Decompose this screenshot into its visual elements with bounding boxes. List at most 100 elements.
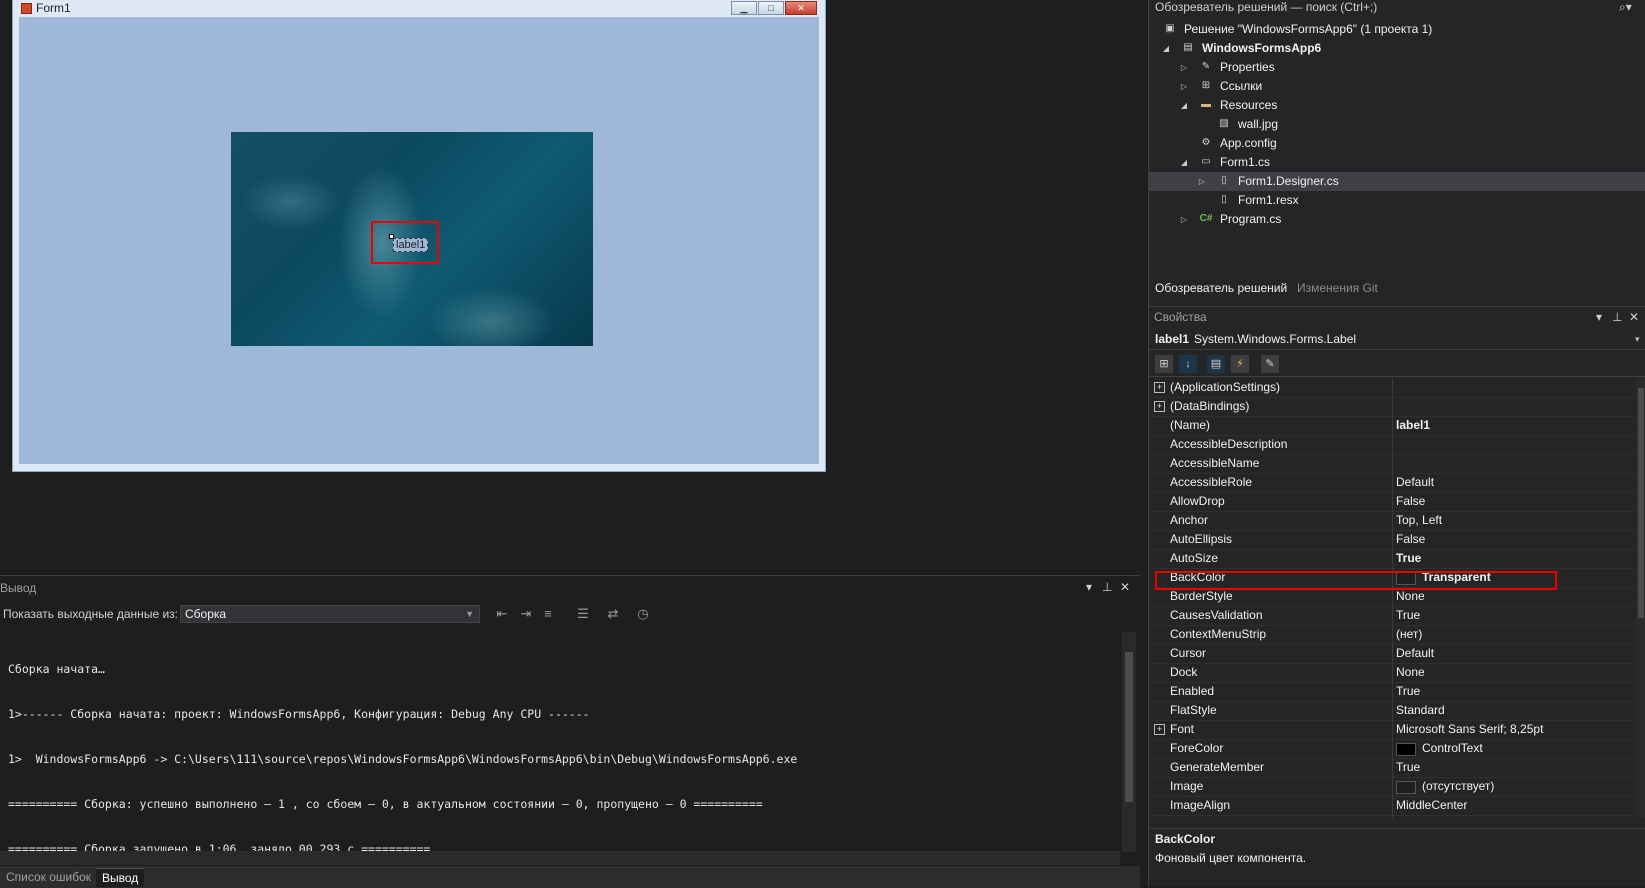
tree-item-program-cs[interactable]: ▷ C# Program.cs bbox=[1149, 210, 1645, 229]
expand-icon[interactable]: + bbox=[1154, 401, 1165, 412]
property-value[interactable]: True bbox=[1396, 682, 1420, 701]
tab-error-list[interactable]: Список ошибок bbox=[0, 868, 97, 886]
property-value[interactable]: MiddleCenter bbox=[1396, 796, 1467, 815]
search-icon[interactable]: ⌕▾ bbox=[1619, 0, 1632, 15]
chevron-down-icon: ▾ bbox=[1635, 334, 1640, 344]
property-name: AutoSize bbox=[1170, 551, 1219, 565]
events-icon[interactable]: ⚡ bbox=[1231, 355, 1249, 373]
property-name: Image bbox=[1170, 779, 1204, 793]
go-to-previous-icon[interactable]: ⇤ bbox=[494, 606, 510, 622]
pin-icon[interactable]: ⊥ bbox=[1102, 580, 1112, 594]
scroll-thumb[interactable] bbox=[1125, 652, 1133, 802]
maximize-icon[interactable]: □ bbox=[758, 1, 784, 15]
form-title-bar: Form1 bbox=[21, 1, 71, 15]
tab-output[interactable]: Вывод bbox=[96, 868, 145, 887]
highlight-box-label bbox=[371, 221, 439, 264]
property-value[interactable]: Default bbox=[1396, 473, 1434, 492]
pin-icon[interactable]: ⊥ bbox=[1612, 307, 1622, 327]
tree-item-form1-resx[interactable]: ▯ Form1.resx bbox=[1149, 191, 1645, 210]
alphabetical-icon[interactable]: ↓ bbox=[1179, 355, 1197, 373]
property-value[interactable]: Standard bbox=[1396, 701, 1445, 720]
go-to-next-icon[interactable]: ⇥ bbox=[518, 606, 534, 622]
tree-item-wall-jpg[interactable]: ▧ wall.jpg bbox=[1149, 115, 1645, 134]
object-selector[interactable]: label1 System.Windows.Forms.Label ▾ bbox=[1149, 329, 1645, 350]
property-value[interactable]: Default bbox=[1396, 644, 1434, 663]
close-icon[interactable]: ✕ bbox=[785, 1, 817, 15]
tree-item-app-config[interactable]: ⚙ App.config bbox=[1149, 134, 1645, 153]
property-name: AllowDrop bbox=[1170, 494, 1225, 508]
properties-toolbar: ⊞ ↓ ▤ ⚡ ✎ bbox=[1149, 352, 1645, 377]
property-pages-icon[interactable]: ✎ bbox=[1261, 355, 1279, 373]
collapse-icon[interactable]: ◢ bbox=[1179, 153, 1189, 172]
tree-item-form1-designer[interactable]: ▷ ▯ Form1.Designer.cs bbox=[1149, 172, 1645, 191]
references-icon: ⊞ bbox=[1201, 80, 1211, 91]
expand-icon[interactable]: ▷ bbox=[1179, 58, 1189, 77]
output-source-select[interactable]: Сборка ▼ bbox=[180, 605, 480, 623]
description-title: BackColor bbox=[1155, 832, 1216, 846]
close-icon[interactable]: ✕ bbox=[1629, 307, 1639, 327]
expand-icon[interactable]: ▷ bbox=[1179, 77, 1189, 96]
expand-icon[interactable]: ▷ bbox=[1197, 172, 1207, 191]
property-name: AccessibleDescription bbox=[1170, 437, 1288, 451]
tree-item-solution[interactable]: ▣ Решение "WindowsFormsApp6" (1 проекта … bbox=[1149, 20, 1645, 39]
folder-icon: ▬ bbox=[1201, 99, 1211, 110]
property-value[interactable]: True bbox=[1396, 606, 1420, 625]
property-grid-scrollbar[interactable] bbox=[1636, 378, 1645, 818]
property-value[interactable]: Top, Left bbox=[1396, 511, 1442, 530]
property-value[interactable]: False bbox=[1396, 492, 1425, 511]
form-icon: ▭ bbox=[1201, 156, 1211, 167]
image-swatch bbox=[1396, 781, 1416, 794]
property-name: GenerateMember bbox=[1170, 760, 1265, 774]
collapse-icon[interactable]: ◢ bbox=[1179, 96, 1189, 115]
tab-solution-explorer[interactable]: Обозреватель решений bbox=[1149, 280, 1293, 296]
expand-icon[interactable]: ▷ bbox=[1179, 210, 1189, 229]
property-value[interactable]: ControlText bbox=[1422, 739, 1483, 758]
tree-item-label: Program.cs bbox=[1220, 212, 1282, 226]
clear-all-icon[interactable]: ☰ bbox=[575, 606, 591, 622]
output-vertical-scrollbar[interactable] bbox=[1122, 632, 1136, 852]
tree-item-project[interactable]: ◢ ▤ WindowsFormsApp6 bbox=[1149, 39, 1645, 58]
tree-item-form1-cs[interactable]: ◢ ▭ Form1.cs bbox=[1149, 153, 1645, 172]
properties-icon[interactable]: ▤ bbox=[1207, 355, 1225, 373]
tree-item-label: WindowsFormsApp6 bbox=[1202, 41, 1322, 55]
word-wrap-icon[interactable]: ⇄ bbox=[605, 606, 621, 622]
property-value[interactable]: True bbox=[1396, 758, 1420, 777]
tree-item-label: Решение "WindowsFormsApp6" (1 проекта 1) bbox=[1184, 22, 1433, 36]
properties-title: Свойства bbox=[1154, 310, 1207, 324]
property-value[interactable]: label1 bbox=[1396, 416, 1430, 435]
tree-item-resources[interactable]: ◢ ▬ Resources bbox=[1149, 96, 1645, 115]
tree-item-label: Form1.cs bbox=[1220, 155, 1271, 169]
output-line: ========== Сборка: успешно выполнено — 1… bbox=[8, 797, 763, 811]
tab-git-changes[interactable]: Изменения Git bbox=[1291, 280, 1384, 296]
property-name: (Name) bbox=[1170, 418, 1211, 432]
output-horizontal-scrollbar[interactable] bbox=[0, 851, 1120, 865]
property-name: Enabled bbox=[1170, 684, 1215, 698]
expand-icon[interactable]: + bbox=[1154, 382, 1165, 393]
scroll-thumb[interactable] bbox=[1638, 388, 1644, 618]
solution-explorer-search[interactable]: Обозреватель решений — поиск (Ctrl+;) ⌕▾ bbox=[1149, 0, 1645, 16]
property-value[interactable]: (отсутствует) bbox=[1422, 777, 1494, 796]
file-icon: ▯ bbox=[1221, 175, 1227, 186]
grid-column-divider[interactable] bbox=[1392, 378, 1393, 818]
minimize-icon[interactable]: ▁ bbox=[731, 1, 757, 15]
solution-icon: ▣ bbox=[1165, 23, 1175, 34]
tree-item-properties[interactable]: ▷ ✎ Properties bbox=[1149, 58, 1645, 77]
property-value[interactable]: None bbox=[1396, 663, 1425, 682]
property-value[interactable]: Microsoft Sans Serif; 8,25pt bbox=[1396, 720, 1543, 739]
output-text[interactable]: Сборка начата… 1>------ Сборка начата: п… bbox=[8, 632, 1108, 887]
property-value[interactable]: (нет) bbox=[1396, 625, 1422, 644]
collapse-icon[interactable]: ◢ bbox=[1161, 39, 1171, 58]
property-value[interactable]: True bbox=[1396, 549, 1421, 568]
dropdown-icon[interactable]: ▾ bbox=[1596, 307, 1602, 327]
property-name: Font bbox=[1170, 722, 1195, 736]
tree-item-references[interactable]: ▷ ⊞ Ссылки bbox=[1149, 77, 1645, 96]
dropdown-icon[interactable]: ▾ bbox=[1086, 580, 1092, 594]
close-icon[interactable]: ✕ bbox=[1120, 580, 1130, 594]
clock-icon[interactable]: ◷ bbox=[635, 606, 651, 622]
find-message-icon[interactable]: ≡ bbox=[540, 606, 556, 622]
output-line: 1>------ Сборка начата: проект: WindowsF… bbox=[8, 707, 590, 721]
expand-icon[interactable]: + bbox=[1154, 724, 1165, 735]
property-value[interactable]: False bbox=[1396, 530, 1425, 549]
config-file-icon: ⚙ bbox=[1201, 137, 1211, 148]
categorized-icon[interactable]: ⊞ bbox=[1155, 355, 1173, 373]
